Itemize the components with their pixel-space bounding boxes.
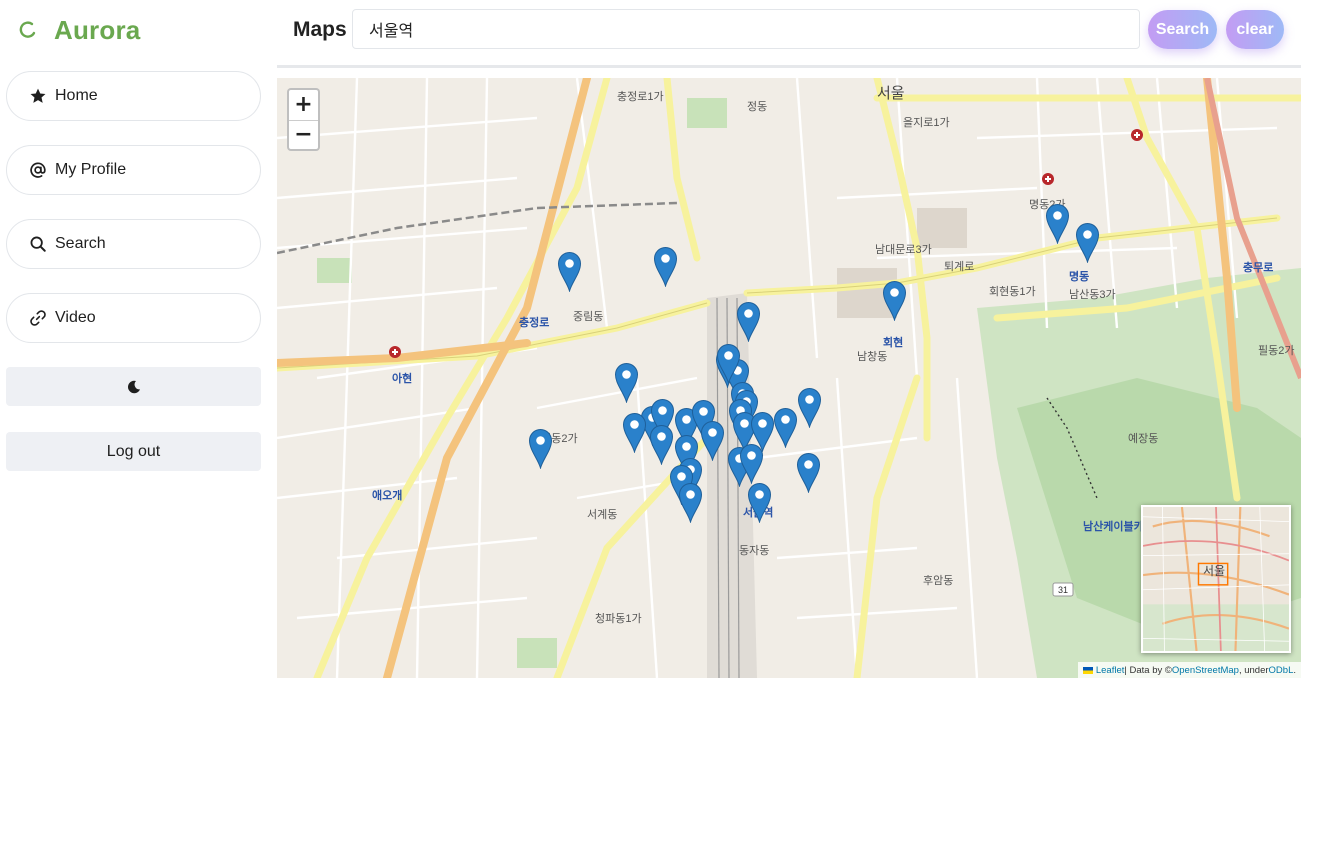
map-marker-icon[interactable] <box>700 420 725 461</box>
map-label: 남산케이블카 <box>1083 521 1144 533</box>
map-label: 중림동 <box>573 311 604 323</box>
minimap-label: 서울 <box>1203 564 1226 578</box>
sidebar-item-search[interactable]: Search <box>6 219 261 269</box>
map-marker-icon[interactable] <box>1045 203 1070 244</box>
search-input[interactable] <box>352 9 1140 49</box>
sidebar-item-home[interactable]: Home <box>6 71 261 121</box>
map-label: 필동2가 <box>1258 345 1295 357</box>
clear-button[interactable]: clear <box>1226 10 1284 49</box>
map-label: 명동 <box>1069 271 1090 283</box>
map-marker-icon[interactable] <box>773 407 798 448</box>
attribution-text: . <box>1293 664 1296 676</box>
map-marker-icon[interactable] <box>739 443 764 484</box>
leaflet-link[interactable]: Leaflet <box>1096 665 1125 676</box>
map-label: 남대문로3가 <box>875 244 932 256</box>
ukraine-flag-icon <box>1082 666 1093 674</box>
sidebar-item-label: Video <box>55 309 96 326</box>
map-label: 아현 <box>392 373 413 385</box>
map-marker-icon[interactable] <box>528 428 553 469</box>
zoom-control: + − <box>287 88 320 151</box>
moon-icon <box>126 379 142 395</box>
header-divider <box>277 65 1301 68</box>
map-label: 남창동 <box>857 351 888 363</box>
map-label: 후암동 <box>923 575 954 587</box>
map-label: 애오개 <box>372 490 403 502</box>
map-marker-icon[interactable] <box>716 343 741 384</box>
svg-text:31: 31 <box>1058 585 1068 595</box>
page-title: Maps <box>293 18 347 41</box>
sidebar-item-my-profile[interactable]: My Profile <box>6 145 261 195</box>
map-label: 정동 <box>747 101 768 113</box>
search-icon <box>29 235 47 253</box>
attribution-text: | Data by © <box>1124 664 1172 676</box>
theme-toggle-button[interactable] <box>6 367 261 406</box>
map-marker-icon[interactable] <box>614 362 639 403</box>
link-icon <box>29 309 47 327</box>
osm-link[interactable]: OpenStreetMap <box>1172 665 1239 676</box>
map-marker-icon[interactable] <box>736 301 761 342</box>
map-label: 을지로1가 <box>903 117 950 129</box>
map-label: 서계동 <box>587 509 618 521</box>
at-icon <box>29 161 47 179</box>
map-marker-icon[interactable] <box>678 482 703 523</box>
map-label: 퇴계로 <box>944 261 975 273</box>
map-label: 예장동 <box>1128 433 1159 445</box>
map-container[interactable]: 31 서울 충정로1가 정동 을지로1가 명동2가 회현동1가 남산동3가 남대… <box>277 78 1301 678</box>
star-icon <box>29 87 47 105</box>
map-attribution: Leaflet | Data by © OpenStreetMap , unde… <box>1077 662 1301 678</box>
logout-label: Log out <box>106 442 161 460</box>
map-label: 서울 <box>877 85 905 102</box>
zoom-out-button[interactable]: − <box>289 119 318 150</box>
map-marker-icon[interactable] <box>882 280 907 321</box>
logout-button[interactable]: Log out <box>6 432 261 471</box>
sidebar-item-label: Search <box>55 235 106 252</box>
map-marker-icon[interactable] <box>796 452 821 493</box>
map-label: 충정로 <box>519 317 550 329</box>
attribution-text: , under <box>1238 664 1269 676</box>
map-marker-icon[interactable] <box>649 424 674 465</box>
map-label: 남산동3가 <box>1069 289 1116 301</box>
map-label: 동자동 <box>739 545 770 557</box>
map-marker-icon[interactable] <box>622 412 647 453</box>
spinner-logo-icon <box>18 20 38 40</box>
map-label: 충무로 <box>1243 262 1274 274</box>
map-marker-icon[interactable] <box>653 246 678 287</box>
brand-name: Aurora <box>54 14 141 45</box>
map-label: 회현동1가 <box>989 286 1036 298</box>
map-label: 청파동1가 <box>595 613 642 625</box>
sidebar: Aurora Home My Profile Search Video Log … <box>0 0 270 841</box>
brand[interactable]: Aurora <box>18 14 140 46</box>
minimap-tiles <box>1143 507 1289 651</box>
map-marker-icon[interactable] <box>1075 222 1100 263</box>
sidebar-item-label: Home <box>55 87 98 104</box>
sidebar-item-label: My Profile <box>55 161 127 178</box>
map-marker-icon[interactable] <box>747 482 772 523</box>
zoom-in-button[interactable]: + <box>289 90 318 120</box>
search-button[interactable]: Search <box>1148 10 1217 49</box>
map-marker-icon[interactable] <box>797 387 822 428</box>
minimap[interactable]: 서울 <box>1141 505 1291 653</box>
sidebar-item-video[interactable]: Video <box>6 293 261 343</box>
map-marker-icon[interactable] <box>557 251 582 292</box>
map-label: 충정로1가 <box>617 91 664 103</box>
odbl-link[interactable]: ODbL <box>1269 665 1294 676</box>
